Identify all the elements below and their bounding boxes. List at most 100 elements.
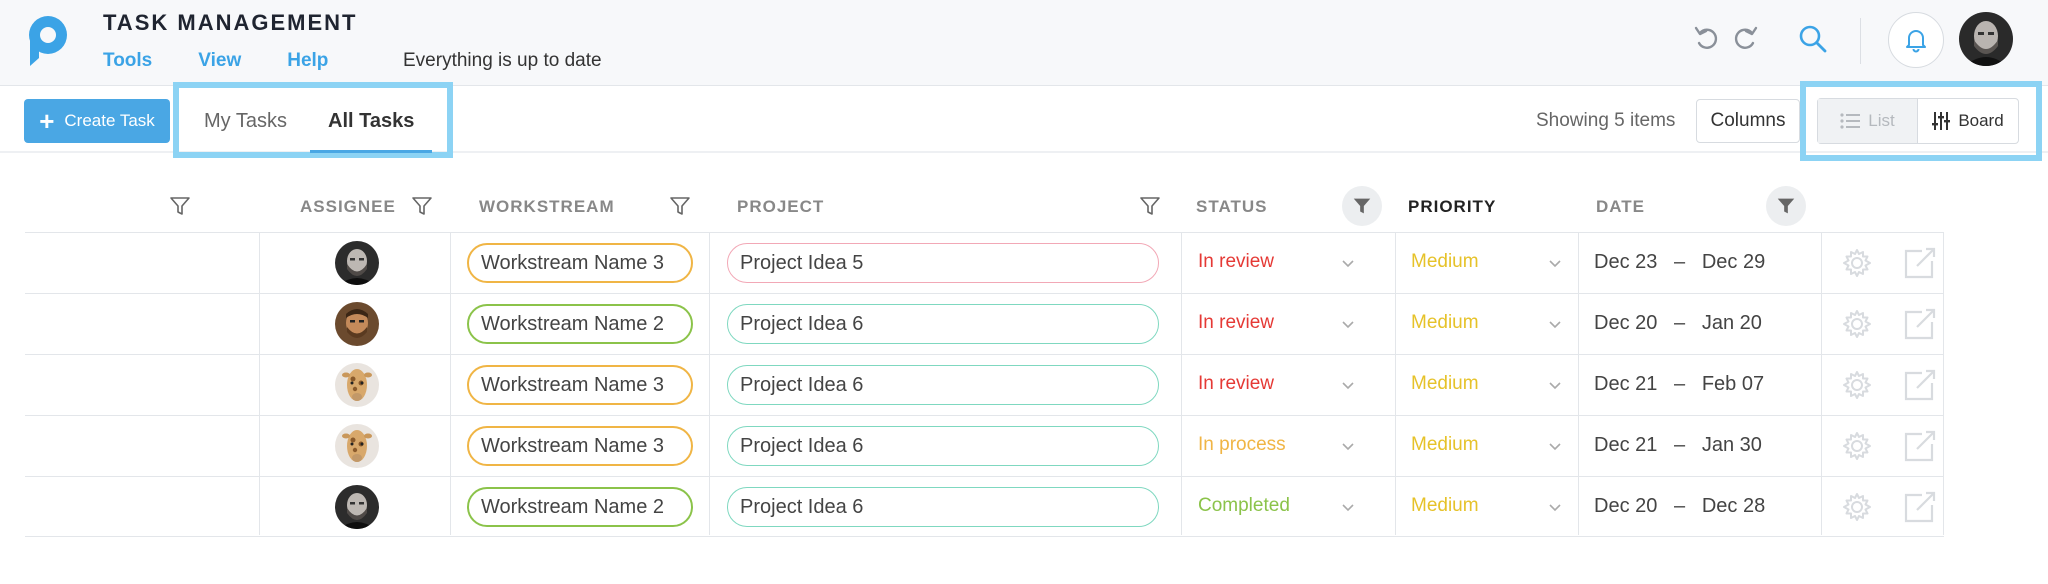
open-task-icon[interactable] xyxy=(1902,245,1938,281)
project-tag[interactable]: Project Idea 6 xyxy=(727,365,1159,405)
workstream-tag[interactable]: Workstream Name 3 xyxy=(467,365,693,405)
table-row[interactable]: Workstream Name 2 Project Idea 6 In revi… xyxy=(25,293,1944,354)
list-view-button[interactable]: List xyxy=(1818,99,1918,143)
date-range: Dec 20 – Dec 28 xyxy=(1594,495,1765,518)
app-header: TASK MANAGEMENT Tools View Help Everythi… xyxy=(0,0,2048,86)
menu-help[interactable]: Help xyxy=(287,50,328,72)
column-header-workstream: WORKSTREAM xyxy=(479,197,615,216)
date-start: Dec 23 xyxy=(1594,251,1658,273)
open-task-icon[interactable] xyxy=(1902,489,1938,525)
status-value[interactable]: In process xyxy=(1198,434,1286,456)
menu-view[interactable]: View xyxy=(198,50,241,72)
project-tag[interactable]: Project Idea 6 xyxy=(727,426,1159,466)
app-title: TASK MANAGEMENT xyxy=(103,10,358,35)
date-end: Dec 28 xyxy=(1701,495,1766,517)
gear-icon[interactable] xyxy=(1841,491,1873,523)
view-toggle: List Board xyxy=(1817,98,2019,144)
header-divider xyxy=(1860,18,1861,64)
date-range: Dec 21 – Feb 07 xyxy=(1594,373,1764,396)
priority-chevron-down-icon[interactable] xyxy=(1547,438,1563,454)
filter-icon[interactable] xyxy=(168,194,192,218)
workstream-filter-icon[interactable] xyxy=(668,194,692,218)
menu-tools[interactable]: Tools xyxy=(103,50,152,72)
date-start: Dec 21 xyxy=(1594,373,1658,395)
workstream-tag[interactable]: Workstream Name 2 xyxy=(467,304,693,344)
status-chevron-down-icon[interactable] xyxy=(1340,499,1356,515)
undo-icon[interactable] xyxy=(1692,24,1722,54)
status-chevron-down-icon[interactable] xyxy=(1340,316,1356,332)
project-name: Project Idea 6 xyxy=(740,495,864,518)
user-avatar[interactable] xyxy=(1959,12,2013,66)
status-chevron-down-icon[interactable] xyxy=(1340,255,1356,271)
priority-value[interactable]: Medium xyxy=(1411,312,1479,334)
list-icon xyxy=(1840,113,1861,129)
priority-value[interactable]: Medium xyxy=(1411,251,1479,273)
priority-value[interactable]: Medium xyxy=(1411,434,1479,456)
tab-all-tasks[interactable]: All Tasks xyxy=(328,110,414,133)
column-header-priority[interactable]: PRIORITY xyxy=(1408,197,1496,217)
columns-button[interactable]: Columns xyxy=(1696,99,1800,143)
priority-chevron-down-icon[interactable] xyxy=(1547,499,1563,515)
assignee-avatar[interactable] xyxy=(335,302,379,346)
board-icon xyxy=(1932,112,1951,130)
priority-chevron-down-icon[interactable] xyxy=(1547,255,1563,271)
search-icon[interactable] xyxy=(1798,24,1828,54)
priority-value[interactable]: Medium xyxy=(1411,495,1479,517)
assignee-avatar[interactable] xyxy=(335,363,379,407)
gear-icon[interactable] xyxy=(1841,247,1873,279)
open-task-icon[interactable] xyxy=(1902,428,1938,464)
column-header-assignee: ASSIGNEE xyxy=(300,197,396,216)
status-filter-button[interactable] xyxy=(1342,186,1382,226)
board-view-label: Board xyxy=(1958,111,2004,130)
project-tag[interactable]: Project Idea 6 xyxy=(727,304,1159,344)
date-separator: – xyxy=(1657,495,1702,517)
assignee-avatar[interactable] xyxy=(335,485,379,529)
status-chevron-down-icon[interactable] xyxy=(1340,438,1356,454)
bell-icon xyxy=(1906,30,1926,53)
plus-icon: + xyxy=(39,106,55,136)
table-row[interactable]: Workstream Name 2 Project Idea 6 Complet… xyxy=(25,476,1944,537)
project-tag[interactable]: Project Idea 5 xyxy=(727,243,1159,283)
notifications-button[interactable] xyxy=(1888,12,1944,68)
open-task-icon[interactable] xyxy=(1902,306,1938,342)
workstream-tag[interactable]: Workstream Name 2 xyxy=(467,487,693,527)
create-task-button[interactable]: + Create Task xyxy=(24,99,170,143)
date-range: Dec 20 – Jan 20 xyxy=(1594,312,1762,335)
date-range: Dec 21 – Jan 30 xyxy=(1594,434,1762,457)
assignee-filter-icon[interactable] xyxy=(410,194,434,218)
column-header-status: STATUS xyxy=(1196,197,1268,216)
workstream-tag[interactable]: Workstream Name 3 xyxy=(467,243,693,283)
table-row[interactable]: Workstream Name 3 Project Idea 6 In proc… xyxy=(25,415,1944,476)
assignee-avatar[interactable] xyxy=(335,424,379,468)
status-value[interactable]: In review xyxy=(1198,251,1274,273)
workstream-tag[interactable]: Workstream Name 3 xyxy=(467,426,693,466)
priority-chevron-down-icon[interactable] xyxy=(1547,377,1563,393)
board-view-button[interactable]: Board xyxy=(1918,99,2018,143)
date-end: Dec 29 xyxy=(1701,251,1766,273)
date-filter-button[interactable] xyxy=(1766,186,1806,226)
gear-icon[interactable] xyxy=(1841,308,1873,340)
open-task-icon[interactable] xyxy=(1902,367,1938,403)
redo-icon[interactable] xyxy=(1730,24,1760,54)
gear-icon[interactable] xyxy=(1841,430,1873,462)
priority-chevron-down-icon[interactable] xyxy=(1547,316,1563,332)
date-end: Jan 20 xyxy=(1701,312,1762,334)
status-value[interactable]: In review xyxy=(1198,373,1274,395)
workstream-name: Workstream Name 2 xyxy=(481,495,665,518)
date-separator: – xyxy=(1657,373,1702,395)
table-row[interactable]: Workstream Name 3 Project Idea 6 In revi… xyxy=(25,354,1944,415)
priority-value[interactable]: Medium xyxy=(1411,373,1479,395)
tab-my-tasks[interactable]: My Tasks xyxy=(204,110,287,133)
workstream-name: Workstream Name 3 xyxy=(481,373,665,396)
assignee-avatar[interactable] xyxy=(335,241,379,285)
status-value[interactable]: In review xyxy=(1198,312,1274,334)
table-row[interactable]: Workstream Name 3 Project Idea 5 In revi… xyxy=(25,232,1944,293)
date-range: Dec 23 – Dec 29 xyxy=(1594,251,1765,274)
workstream-name: Workstream Name 3 xyxy=(481,251,665,274)
status-value[interactable]: Completed xyxy=(1198,495,1290,517)
project-tag[interactable]: Project Idea 6 xyxy=(727,487,1159,527)
status-chevron-down-icon[interactable] xyxy=(1340,377,1356,393)
gear-icon[interactable] xyxy=(1841,369,1873,401)
date-start: Dec 20 xyxy=(1594,495,1658,517)
project-filter-icon[interactable] xyxy=(1138,194,1162,218)
